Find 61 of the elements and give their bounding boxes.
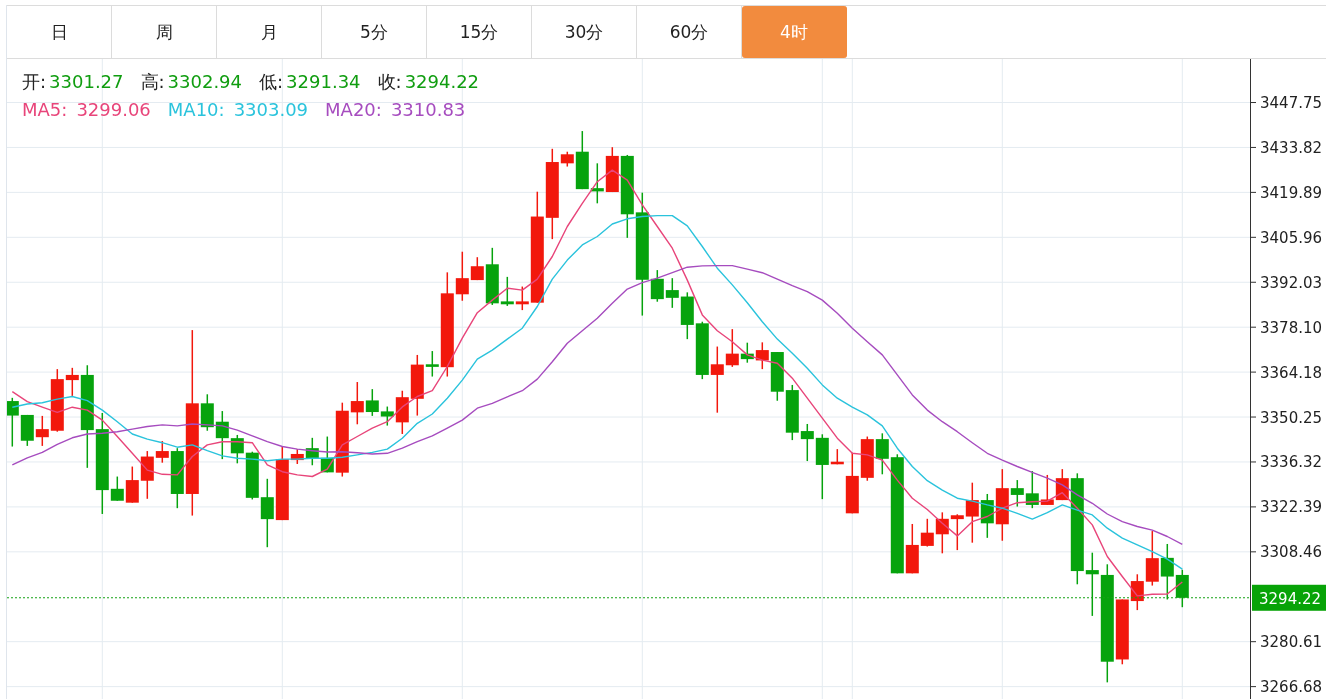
candlestick: [125, 465, 139, 504]
axis-label: 3405.96: [1260, 228, 1323, 247]
price-value: 3294.22: [404, 70, 480, 94]
candlestick: [920, 518, 934, 548]
axis-label: 3308.46: [1260, 543, 1323, 562]
candlestick: [1145, 530, 1159, 587]
candlestick: [7, 397, 19, 448]
candlestick: [200, 393, 214, 432]
axis-label: 3350.25: [1260, 408, 1323, 427]
candlestick: [380, 405, 394, 427]
price-value: 3291.34: [286, 70, 361, 94]
candlestick: [350, 381, 364, 426]
candlestick: [725, 328, 739, 368]
axis-label: 3364.18: [1260, 363, 1323, 382]
axis-label: 3419.89: [1260, 183, 1323, 202]
candlestick: [1175, 569, 1189, 608]
candlestick: [230, 434, 244, 465]
candlestick: [260, 478, 274, 548]
candlestick: [1010, 479, 1024, 508]
price-value: 3302.94: [167, 70, 243, 94]
axis-label: 3447.75: [1260, 94, 1323, 112]
axis-label: 3280.61: [1260, 633, 1323, 652]
ref-line-label: 3294.22: [1259, 589, 1322, 608]
price-value: 3301.27: [49, 70, 124, 94]
price-label: 高:: [140, 70, 165, 94]
candlestick: [455, 250, 469, 302]
moving-average-value: 3299.06: [76, 98, 151, 122]
candlestick: [155, 440, 169, 464]
axis-label: 3336.32: [1260, 453, 1323, 472]
candlestick: [1085, 551, 1099, 617]
price-label: 低:: [259, 70, 284, 94]
candlestick: [500, 276, 514, 307]
axis-label: 3433.82: [1260, 138, 1323, 157]
candlestick: [965, 481, 979, 544]
candlestick: [1160, 543, 1174, 601]
moving-average-value: 3303.09: [233, 98, 309, 122]
moving-average-label: MA20:: [325, 98, 382, 122]
candlestick: [1025, 470, 1039, 509]
axis-label: 3378.10: [1260, 318, 1323, 337]
last-price-badge: 3294.22: [1252, 584, 1326, 611]
candlestick: [665, 277, 679, 309]
price-label: 开:: [22, 70, 47, 94]
moving-average-label: MA5:: [22, 98, 68, 122]
candlestick: [800, 423, 814, 462]
candlestick: [875, 432, 889, 476]
candlestick: [425, 350, 439, 378]
candlestick: [710, 345, 724, 414]
axis-label: 3266.68: [1260, 678, 1323, 697]
candlestick: [515, 285, 529, 311]
price-label: 收:: [377, 70, 402, 94]
axis-label: 3322.39: [1260, 498, 1323, 517]
moving-average-label: MA10:: [167, 98, 225, 122]
candlestick: [650, 269, 664, 303]
axis-label: 3392.03: [1260, 273, 1323, 292]
candlestick: [65, 367, 79, 397]
moving-average-value: 3310.83: [390, 98, 466, 122]
candlestick: [365, 388, 379, 417]
candlestick: [950, 513, 964, 551]
candlestick: [755, 341, 769, 370]
candlestick: [35, 415, 49, 447]
candlestick: [110, 475, 124, 502]
